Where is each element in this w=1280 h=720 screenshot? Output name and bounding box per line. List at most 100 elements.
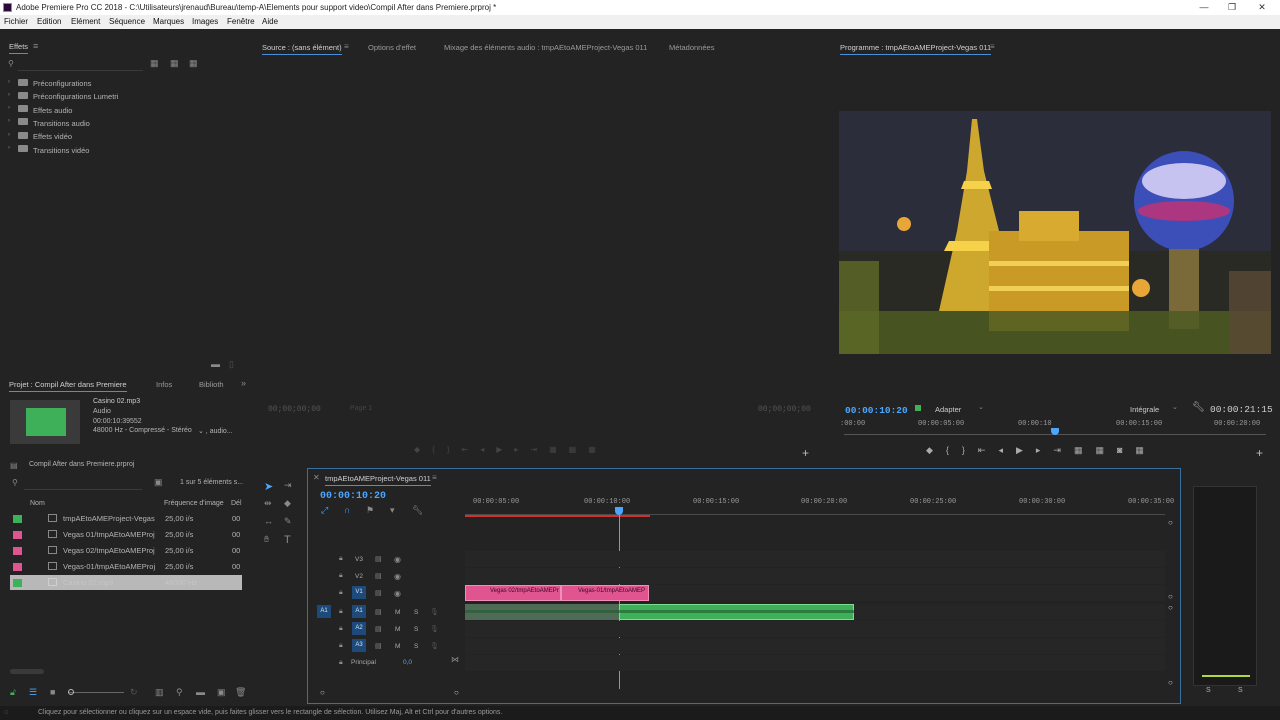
sync-lock-icon[interactable]: ▤ bbox=[375, 642, 382, 650]
zoom-scroll-handle[interactable]: ○ bbox=[320, 688, 325, 697]
tab-info[interactable]: Infos bbox=[156, 380, 172, 389]
delete-icon[interactable]: ▯ bbox=[229, 359, 234, 370]
menu-sequence[interactable]: Séquence bbox=[109, 17, 145, 26]
vertical-scroll-handle[interactable]: ○ bbox=[1168, 518, 1173, 527]
effects-item[interactable]: Effets audio bbox=[33, 106, 72, 115]
sync-lock-icon[interactable]: ▤ bbox=[375, 625, 382, 633]
lock-icon[interactable]: 🔒︎ bbox=[339, 625, 343, 633]
menu-images[interactable]: Images bbox=[192, 17, 218, 26]
meter-solo-right[interactable]: S bbox=[1238, 687, 1243, 694]
video-clip[interactable]: Vegas-01/tmpAEtoAMEP bbox=[561, 585, 649, 601]
fit-dropdown[interactable]: Adapter bbox=[935, 405, 961, 414]
tab-effect-options[interactable]: Options d'effet bbox=[368, 43, 416, 52]
new-item-icon[interactable]: ▣ bbox=[217, 687, 226, 698]
solo-button[interactable]: S bbox=[414, 626, 418, 633]
vertical-scroll-handle[interactable]: ○ bbox=[1168, 603, 1173, 612]
track-lane-a2[interactable] bbox=[465, 621, 1165, 637]
table-row[interactable]: tmpAEtoAMEProject-Vegas 25,00 i/s 00 bbox=[10, 511, 242, 526]
slip-tool-icon[interactable]: ↔ bbox=[264, 516, 273, 526]
sort-icon[interactable]: ↻ bbox=[130, 687, 138, 698]
mute-button[interactable]: M bbox=[395, 643, 400, 650]
track-lane-v2[interactable] bbox=[465, 568, 1165, 584]
effects-tab[interactable]: Effets bbox=[9, 42, 29, 54]
razor-tool-icon[interactable]: ◆ bbox=[284, 498, 291, 509]
new-bin-from-search-icon[interactable]: ▣ bbox=[154, 477, 163, 488]
tree-expand-icon[interactable]: › bbox=[8, 92, 10, 98]
lock-icon[interactable]: 🔒︎ bbox=[339, 589, 343, 597]
source-transport-controls[interactable]: ◆{}⇤◂▶▸⇥▦▦▦ bbox=[414, 445, 674, 459]
add-marker-icon[interactable]: ▾ bbox=[390, 505, 395, 516]
close-button[interactable]: ✕ bbox=[1252, 1, 1272, 13]
linked-selection-icon[interactable]: ⚑ bbox=[366, 505, 374, 516]
tree-expand-icon[interactable]: › bbox=[8, 105, 10, 111]
nest-icon[interactable]: ⤢ bbox=[321, 505, 328, 516]
label-color-swatch[interactable] bbox=[13, 563, 22, 571]
quality-dropdown[interactable]: Intégrale bbox=[1130, 405, 1159, 414]
source-page[interactable]: Page 1 bbox=[350, 405, 372, 412]
panel-menu-icon[interactable]: ≡ bbox=[344, 42, 349, 51]
sync-lock-icon[interactable]: ▤ bbox=[375, 608, 382, 616]
zoom-scroll-handle[interactable]: ○ bbox=[454, 688, 459, 697]
program-transport-controls[interactable]: ◆{}⇤◂▶▸⇥▦▦◙▦ bbox=[926, 445, 1256, 459]
eye-icon[interactable]: ◉ bbox=[394, 589, 401, 598]
track-lane-v3[interactable] bbox=[465, 551, 1165, 567]
panel-menu-icon[interactable]: ≡ bbox=[33, 41, 38, 51]
new-bin-icon[interactable]: ▬ bbox=[211, 359, 220, 369]
track-lane-master[interactable] bbox=[465, 655, 1165, 671]
tab-metadata[interactable]: Métadonnées bbox=[669, 43, 714, 52]
menu-element[interactable]: Elément bbox=[71, 17, 100, 26]
hand-tool-icon[interactable]: ✋︎ bbox=[264, 534, 269, 545]
track-lane-a3[interactable] bbox=[465, 638, 1165, 654]
chevron-down-icon[interactable]: ⌄ bbox=[978, 403, 984, 411]
tree-expand-icon[interactable]: › bbox=[8, 145, 10, 151]
menu-fichier[interactable]: Fichier bbox=[4, 17, 28, 26]
table-row[interactable]: Vegas 02/tmpAEtoAMEProj 25,00 i/s 00 bbox=[10, 543, 242, 558]
tab-library[interactable]: Biblioth bbox=[199, 380, 224, 389]
ripple-edit-tool-icon[interactable]: ⇹ bbox=[264, 498, 272, 509]
col-fps-header[interactable]: Fréquence d'image bbox=[164, 500, 224, 507]
source-timecode[interactable]: 00;00;00;00 bbox=[268, 405, 321, 414]
zoom-slider-handle[interactable] bbox=[68, 689, 74, 695]
clear-icon[interactable]: 🗑︎ bbox=[235, 687, 246, 698]
lock-icon[interactable]: 🔒︎ bbox=[339, 659, 343, 667]
32bit-effects-icon[interactable]: ▦ bbox=[170, 58, 179, 69]
pen-tool-icon[interactable]: ✎ bbox=[284, 516, 292, 527]
effects-item[interactable]: Transitions audio bbox=[33, 119, 90, 128]
timeline-tab[interactable]: tmpAEtoAMEProject-Vegas 011 bbox=[325, 474, 431, 486]
mic-icon[interactable]: 🎙︎ bbox=[430, 608, 439, 616]
vertical-scroll-handle[interactable]: ○ bbox=[1168, 592, 1173, 601]
source-patch-a1[interactable]: A1 bbox=[317, 605, 331, 618]
master-volume-value[interactable]: 0,0 bbox=[403, 659, 412, 666]
timeline-timecode[interactable]: 00:00:10:20 bbox=[320, 491, 386, 502]
meter-solo-left[interactable]: S bbox=[1206, 687, 1211, 694]
track-target-a3[interactable]: A3 bbox=[352, 639, 366, 652]
vertical-scroll-handle[interactable]: ○ bbox=[1168, 678, 1173, 687]
tree-expand-icon[interactable]: › bbox=[8, 118, 10, 124]
minimize-button[interactable]: — bbox=[1194, 1, 1214, 13]
panel-menu-icon[interactable]: ≡ bbox=[432, 473, 437, 482]
table-row[interactable]: Vegas-01/tmpAEtoAMEProj 25,00 i/s 00 bbox=[10, 559, 242, 574]
new-bin-icon[interactable]: ▬ bbox=[196, 687, 205, 697]
horizontal-scrollbar[interactable] bbox=[10, 669, 44, 674]
solo-button[interactable]: S bbox=[414, 609, 418, 616]
tab-source[interactable]: Source : (sans élément) bbox=[262, 43, 342, 55]
effects-item[interactable]: Effets vidéo bbox=[33, 132, 72, 141]
sync-lock-icon[interactable]: ▤ bbox=[375, 555, 382, 563]
menu-aide[interactable]: Aide bbox=[262, 17, 278, 26]
effects-item[interactable]: Préconfigurations bbox=[33, 79, 91, 88]
solo-button[interactable]: S bbox=[414, 643, 418, 650]
list-view-icon[interactable]: ☰ bbox=[29, 687, 37, 698]
col-del-header[interactable]: Dél bbox=[231, 500, 242, 507]
automate-to-sequence-icon[interactable]: ▥ bbox=[155, 687, 164, 698]
sync-lock-icon[interactable]: ▤ bbox=[375, 589, 382, 597]
lock-icon[interactable]: 🔒︎ bbox=[339, 608, 343, 616]
find-icon[interactable]: ⚲ bbox=[176, 687, 183, 698]
yuv-effects-icon[interactable]: ▦ bbox=[189, 58, 198, 69]
mute-button[interactable]: M bbox=[395, 626, 400, 633]
track-target-v1[interactable]: V1 bbox=[352, 586, 366, 599]
mic-icon[interactable]: 🎙︎ bbox=[430, 625, 439, 633]
mic-icon[interactable]: 🎙︎ bbox=[430, 642, 439, 650]
track-select-tool-icon[interactable]: ⇥ bbox=[284, 480, 292, 491]
eye-icon[interactable]: ◉ bbox=[394, 572, 401, 581]
track-target-a2[interactable]: A2 bbox=[352, 622, 366, 635]
